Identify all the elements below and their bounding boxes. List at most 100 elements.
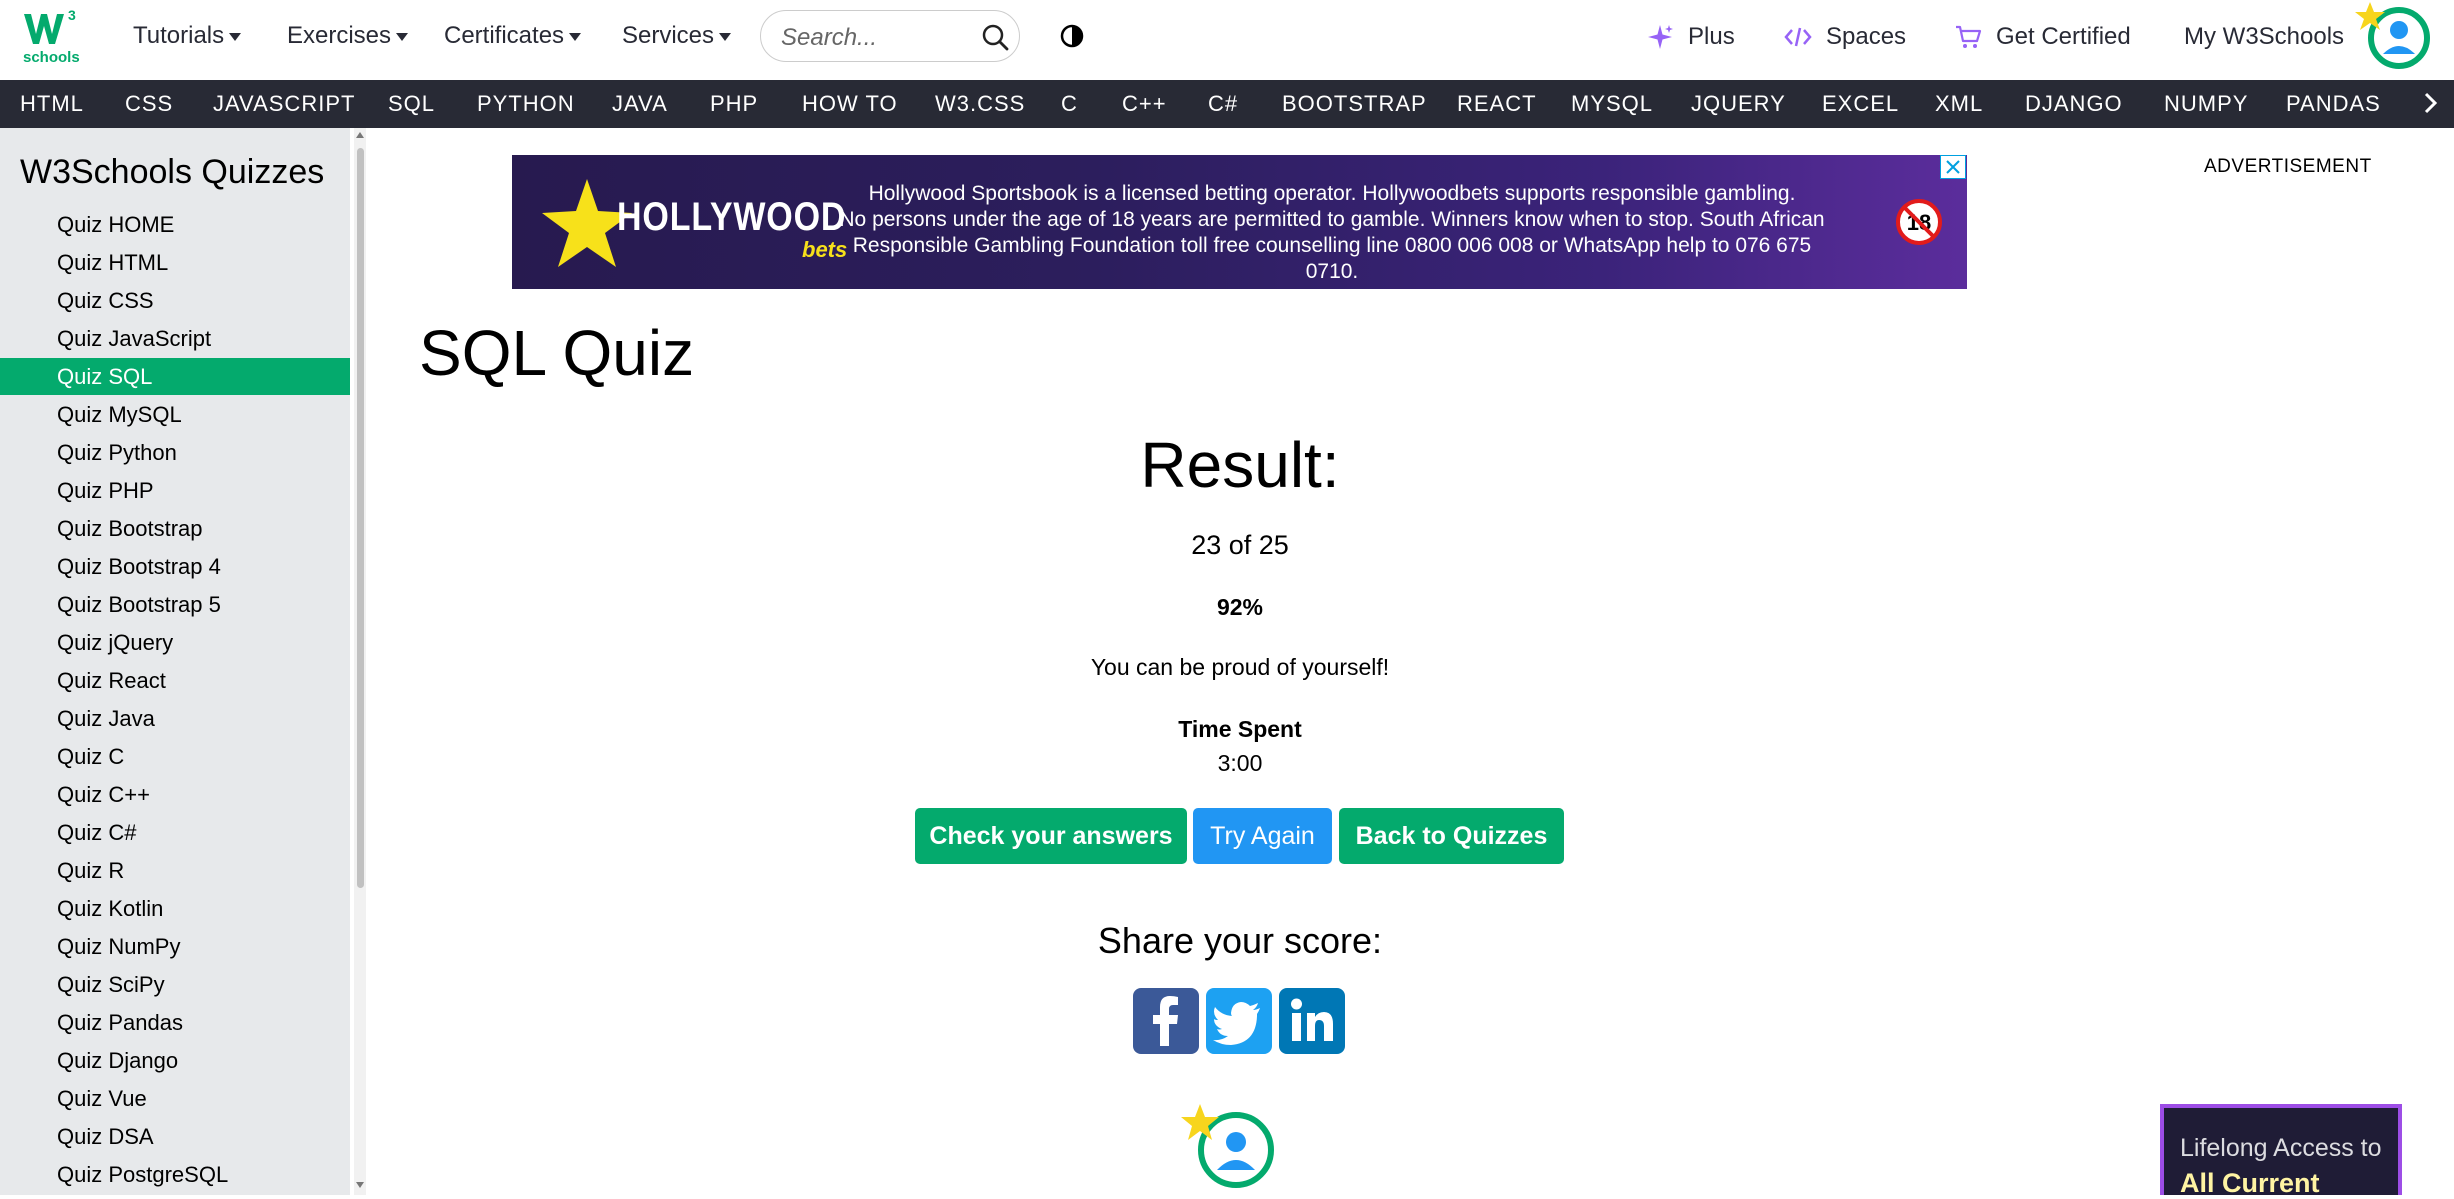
subnav-jquery[interactable]: JQUERY (1691, 91, 1786, 117)
linkedin-share-button[interactable] (1279, 988, 1345, 1054)
ad-brand: HOLLYWOOD (617, 195, 847, 239)
plus-link[interactable]: Plus (1646, 23, 1735, 51)
subnav-pandas[interactable]: PANDAS (2286, 91, 2381, 117)
try-again-button[interactable]: Try Again (1193, 808, 1332, 864)
sidebar-item-quiz-php[interactable]: Quiz PHP (0, 472, 350, 509)
subnav-bootstrap[interactable]: BOOTSTRAP (1282, 91, 1427, 117)
page-title: SQL Quiz (419, 317, 695, 389)
subnav-php[interactable]: PHP (710, 91, 758, 117)
subnav-react[interactable]: REACT (1457, 91, 1537, 117)
subnav-how-to[interactable]: HOW TO (802, 91, 898, 117)
subnav-django[interactable]: DJANGO (2025, 91, 2123, 117)
subnav-html[interactable]: HTML (20, 91, 84, 117)
sidebar-item-quiz-jquery[interactable]: Quiz jQuery (0, 624, 350, 661)
sidebar-item-quiz-home[interactable]: Quiz HOME (0, 206, 350, 243)
score-text: 23 of 25 (1191, 530, 1289, 560)
linkedin-icon (1291, 998, 1333, 1041)
ad-close-icon[interactable] (1940, 155, 1966, 179)
subnav-mysql[interactable]: MYSQL (1571, 91, 1653, 117)
subnav-c[interactable]: C (1061, 91, 1078, 117)
advertisement-label: ADVERTISEMENT (2204, 156, 2372, 177)
spaces-link[interactable]: Spaces (1784, 23, 1906, 51)
quiz-sidebar: W3Schools Quizzes Quiz HOME Quiz HTML Qu… (0, 128, 350, 1195)
user-avatar-icon (1181, 1104, 1274, 1188)
sidebar-item-quiz-react[interactable]: Quiz React (0, 662, 350, 699)
search-input[interactable] (779, 23, 963, 53)
sidebar-scrollbar[interactable] (354, 128, 366, 1195)
sidebar-item-quiz-csharp[interactable]: Quiz C# (0, 814, 350, 851)
sidebar-item-quiz-css[interactable]: Quiz CSS (0, 282, 350, 319)
sidebar-item-quiz-scipy[interactable]: Quiz SciPy (0, 966, 350, 1003)
get-certified-link[interactable]: Get Certified (1954, 23, 2131, 51)
back-to-quizzes-button[interactable]: Back to Quizzes (1339, 808, 1564, 864)
facebook-icon (1153, 996, 1178, 1046)
lifelong-access-promo[interactable]: Lifelong Access to All Current (2160, 1104, 2402, 1198)
share-score-label: Share your score: (1097, 920, 1383, 961)
cart-icon (1956, 25, 1982, 48)
sidebar-item-quiz-dsa[interactable]: Quiz DSA (0, 1118, 350, 1155)
subnav-cpp[interactable]: C++ (1122, 91, 1167, 117)
tutorials-menu[interactable]: Tutorials (133, 22, 242, 50)
sidebar-item-quiz-django[interactable]: Quiz Django (0, 1042, 350, 1079)
sidebar-item-quiz-java[interactable]: Quiz Java (0, 700, 350, 737)
code-icon (1784, 27, 1812, 47)
sidebar-item-quiz-cpp[interactable]: Quiz C++ (0, 776, 350, 813)
score-percent: 92% (1216, 594, 1264, 620)
subnav-csharp[interactable]: C# (1208, 91, 1238, 117)
scroll-up-arrow-icon[interactable] (356, 132, 364, 138)
sidebar-item-quiz-numpy[interactable]: Quiz NumPy (0, 928, 350, 965)
ad-banner[interactable]: HOLLYWOOD bets Hollywood Sportsbook is a… (512, 155, 1967, 289)
search-box[interactable] (760, 10, 1020, 62)
scroll-down-arrow-icon[interactable] (356, 1182, 364, 1188)
sidebar-item-quiz-javascript[interactable]: Quiz JavaScript (0, 320, 350, 357)
result-message: You can be proud of yourself! (1090, 654, 1390, 680)
sidebar-item-quiz-kotlin[interactable]: Quiz Kotlin (0, 890, 350, 927)
sidebar-item-quiz-bootstrap[interactable]: Quiz Bootstrap (0, 510, 350, 547)
my-w3schools-link[interactable]: My W3Schools (2184, 23, 2344, 51)
sparkle-icon (1648, 25, 1673, 49)
check-answers-button[interactable]: Check your answers (915, 808, 1187, 864)
age-restriction-icon: 18 (1896, 199, 1942, 245)
exercises-menu[interactable]: Exercises (287, 22, 409, 50)
subnav-w3css[interactable]: W3.CSS (935, 91, 1025, 117)
svg-text:3: 3 (68, 7, 76, 23)
sidebar-item-quiz-sql[interactable]: Quiz SQL (0, 358, 350, 395)
top-navbar: 3 schools Tutorials Exercises Certificat… (0, 0, 2454, 80)
sidebar-item-quiz-mysql[interactable]: Quiz MySQL (0, 396, 350, 433)
w3schools-logo[interactable]: 3 schools (22, 6, 84, 66)
sidebar-item-quiz-html[interactable]: Quiz HTML (0, 244, 350, 281)
contrast-toggle-icon[interactable] (1059, 23, 1085, 49)
subnav-sql[interactable]: SQL (388, 91, 435, 117)
sidebar-item-quiz-bootstrap4[interactable]: Quiz Bootstrap 4 (0, 548, 350, 585)
facebook-share-button[interactable] (1133, 988, 1199, 1054)
subnav-javascript[interactable]: JAVASCRIPT (213, 91, 355, 117)
user-avatar-icon[interactable] (2354, 0, 2434, 72)
sidebar-item-quiz-postgresql[interactable]: Quiz PostgreSQL (0, 1156, 350, 1193)
services-menu[interactable]: Services (622, 22, 732, 50)
subnav-excel[interactable]: EXCEL (1822, 91, 1899, 117)
subnav-java[interactable]: JAVA (612, 91, 668, 117)
subnav-python[interactable]: PYTHON (477, 91, 575, 117)
svg-text:schools: schools (23, 49, 80, 66)
sidebar-item-quiz-bootstrap5[interactable]: Quiz Bootstrap 5 (0, 586, 350, 623)
caret-down-icon (719, 33, 732, 41)
ad-disclaimer: Hollywood Sportsbook is a licensed betti… (839, 182, 1825, 283)
topics-navbar: HTML CSS JAVASCRIPT SQL PYTHON JAVA PHP … (0, 80, 2454, 128)
twitter-share-button[interactable] (1206, 988, 1272, 1054)
time-spent-label: Time Spent (1178, 716, 1302, 742)
sidebar-item-quiz-vue[interactable]: Quiz Vue (0, 1080, 350, 1117)
subnav-numpy[interactable]: NUMPY (2164, 91, 2248, 117)
caret-down-icon (396, 33, 409, 41)
sidebar-item-quiz-r[interactable]: Quiz R (0, 852, 350, 889)
sidebar-item-quiz-c[interactable]: Quiz C (0, 738, 350, 775)
search-icon[interactable] (981, 23, 1009, 51)
caret-down-icon (229, 33, 242, 41)
subnav-xml[interactable]: XML (1935, 91, 1983, 117)
chevron-right-icon[interactable] (2418, 88, 2444, 118)
subnav-css[interactable]: CSS (125, 91, 173, 117)
result-heading: Result: (1140, 429, 1340, 501)
sidebar-item-quiz-python[interactable]: Quiz Python (0, 434, 350, 471)
scroll-thumb[interactable] (357, 148, 364, 888)
certificates-menu[interactable]: Certificates (444, 22, 582, 50)
sidebar-item-quiz-pandas[interactable]: Quiz Pandas (0, 1004, 350, 1041)
